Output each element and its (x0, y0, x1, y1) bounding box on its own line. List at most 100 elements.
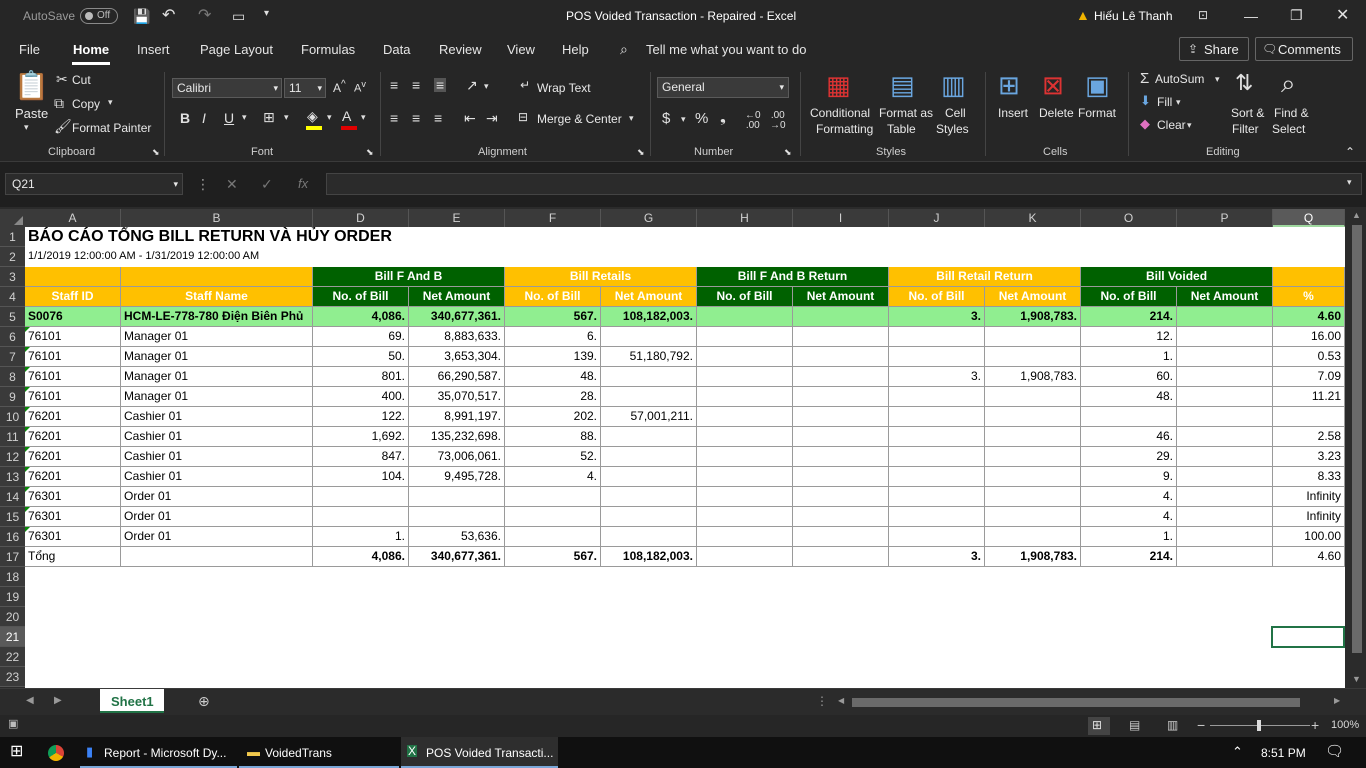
tab-formulas[interactable]: Formulas (301, 33, 355, 66)
conditional-formatting-icon[interactable]: ▦ (826, 72, 851, 98)
total-cell[interactable]: 567. (505, 547, 601, 567)
data-cell[interactable]: 76101 (25, 347, 121, 367)
data-cell[interactable]: Cashier 01 (121, 467, 313, 487)
sort-filter-label[interactable]: Sort & (1231, 106, 1264, 120)
find-select-label[interactable]: Find & (1274, 106, 1309, 120)
font-name-select[interactable]: Calibri ▾ (172, 78, 282, 98)
data-cell[interactable]: Infinity (1273, 487, 1345, 507)
sort-filter-label2[interactable]: Filter (1232, 122, 1259, 136)
data-cell[interactable] (1081, 407, 1177, 427)
font-size-select[interactable]: 11 ▾ (284, 78, 326, 98)
data-cell[interactable] (601, 447, 697, 467)
copy-button[interactable]: Copy (72, 97, 100, 111)
copy-dropdown-icon[interactable]: ▾ (108, 98, 113, 107)
data-cell[interactable] (889, 527, 985, 547)
delete-cells-icon[interactable]: ⊠ (1042, 72, 1064, 98)
data-cell[interactable]: 4. (1081, 487, 1177, 507)
data-cell[interactable]: Manager 01 (121, 367, 313, 387)
data-cell[interactable]: 4. (505, 467, 601, 487)
row-header-1[interactable]: 1 (0, 227, 25, 247)
zoom-slider-thumb[interactable] (1257, 720, 1261, 731)
data-cell[interactable] (1273, 407, 1345, 427)
save-icon[interactable]: 💾 (133, 9, 150, 23)
data-cell[interactable]: Cashier 01 (121, 407, 313, 427)
data-cell[interactable]: 1,908,783. (985, 367, 1081, 387)
row-header-13[interactable]: 13 (0, 467, 25, 487)
data-cell[interactable] (1177, 407, 1273, 427)
windows-start-icon[interactable]: ⊞ (10, 744, 23, 760)
formula-input[interactable] (326, 173, 1362, 195)
data-cell[interactable] (1177, 447, 1273, 467)
row-header-9[interactable]: 9 (0, 387, 25, 407)
vertical-scrollbar[interactable]: ▲ ▼ (1349, 207, 1366, 688)
data-cell[interactable]: 50. (313, 347, 409, 367)
data-cell[interactable] (889, 407, 985, 427)
autosum-button[interactable]: AutoSum (1155, 72, 1204, 86)
summary-cell[interactable]: 4.60 (1273, 307, 1345, 327)
data-cell[interactable] (985, 407, 1081, 427)
tell-me-input[interactable]: Tell me what you want to do (646, 33, 806, 66)
selected-cell[interactable] (1271, 626, 1345, 648)
data-cell[interactable]: 73,006,061. (409, 447, 505, 467)
select-all-button[interactable] (0, 209, 25, 227)
cut-button[interactable]: Cut (72, 73, 91, 87)
data-cell[interactable] (697, 407, 793, 427)
column-header-a[interactable]: A (25, 209, 121, 227)
data-cell[interactable] (985, 427, 1081, 447)
data-cell[interactable] (985, 387, 1081, 407)
group-header[interactable]: Bill Retail Return (889, 267, 1081, 287)
group-header[interactable]: Bill F And B (313, 267, 505, 287)
zoom-out-icon[interactable]: − (1197, 718, 1205, 732)
comments-button[interactable]: 🗨 Comments (1255, 37, 1353, 61)
screenshot-icon[interactable]: ▭ (232, 9, 245, 23)
data-cell[interactable]: 88. (505, 427, 601, 447)
data-cell[interactable]: 76201 (25, 427, 121, 447)
data-cell[interactable] (697, 487, 793, 507)
align-center-icon[interactable]: ≡ (412, 111, 420, 125)
group-header[interactable]: Bill Retails (505, 267, 697, 287)
tab-file[interactable]: File (19, 33, 40, 66)
data-cell[interactable]: Cashier 01 (121, 427, 313, 447)
scroll-right-icon[interactable]: ▶ (1334, 697, 1340, 705)
row-header-2[interactable]: 2 (0, 247, 25, 267)
data-cell[interactable]: 76201 (25, 407, 121, 427)
tray-chevron-icon[interactable]: ⌃ (1232, 745, 1243, 758)
data-cell[interactable] (889, 467, 985, 487)
data-cell[interactable]: 135,232,698. (409, 427, 505, 447)
orientation-dropdown-icon[interactable]: ▾ (484, 82, 489, 91)
paste-label[interactable]: Paste (15, 106, 48, 121)
find-select-label2[interactable]: Select (1272, 122, 1305, 136)
data-cell[interactable]: 46. (1081, 427, 1177, 447)
data-cell[interactable] (601, 487, 697, 507)
comma-style-icon[interactable]: ❟ (720, 110, 726, 125)
data-cell[interactable]: 400. (313, 387, 409, 407)
data-cell[interactable] (505, 507, 601, 527)
prev-sheet-icon[interactable]: ◀ (26, 696, 34, 706)
data-cell[interactable] (793, 347, 889, 367)
tab-split-icon[interactable]: ⋮ (816, 695, 828, 707)
data-cell[interactable]: Manager 01 (121, 387, 313, 407)
data-cell[interactable] (889, 487, 985, 507)
total-cell[interactable] (121, 547, 313, 567)
header-blank[interactable] (121, 267, 313, 287)
vertical-scroll-thumb[interactable] (1352, 225, 1362, 653)
data-cell[interactable] (697, 427, 793, 447)
data-cell[interactable] (793, 327, 889, 347)
data-cell[interactable] (1177, 507, 1273, 527)
align-bottom-icon[interactable]: ≡ (434, 78, 447, 92)
data-cell[interactable] (889, 507, 985, 527)
enter-formula-icon[interactable]: ✓ (261, 177, 273, 191)
data-cell[interactable]: 16.00 (1273, 327, 1345, 347)
font-launcher-icon[interactable]: ⬊ (366, 148, 374, 157)
data-cell[interactable] (601, 507, 697, 527)
data-cell[interactable] (985, 467, 1081, 487)
header-blank[interactable] (25, 267, 121, 287)
row-header-17[interactable]: 17 (0, 547, 25, 567)
clipboard-launcher-icon[interactable]: ⬊ (152, 148, 160, 157)
tab-insert[interactable]: Insert (137, 33, 170, 66)
fill-button[interactable]: Fill (1157, 95, 1172, 109)
data-cell[interactable] (793, 527, 889, 547)
zoom-in-icon[interactable]: + (1311, 718, 1319, 732)
taskbar-item-excel[interactable]: X POS Voided Transacti... (401, 737, 558, 768)
data-cell[interactable] (889, 427, 985, 447)
